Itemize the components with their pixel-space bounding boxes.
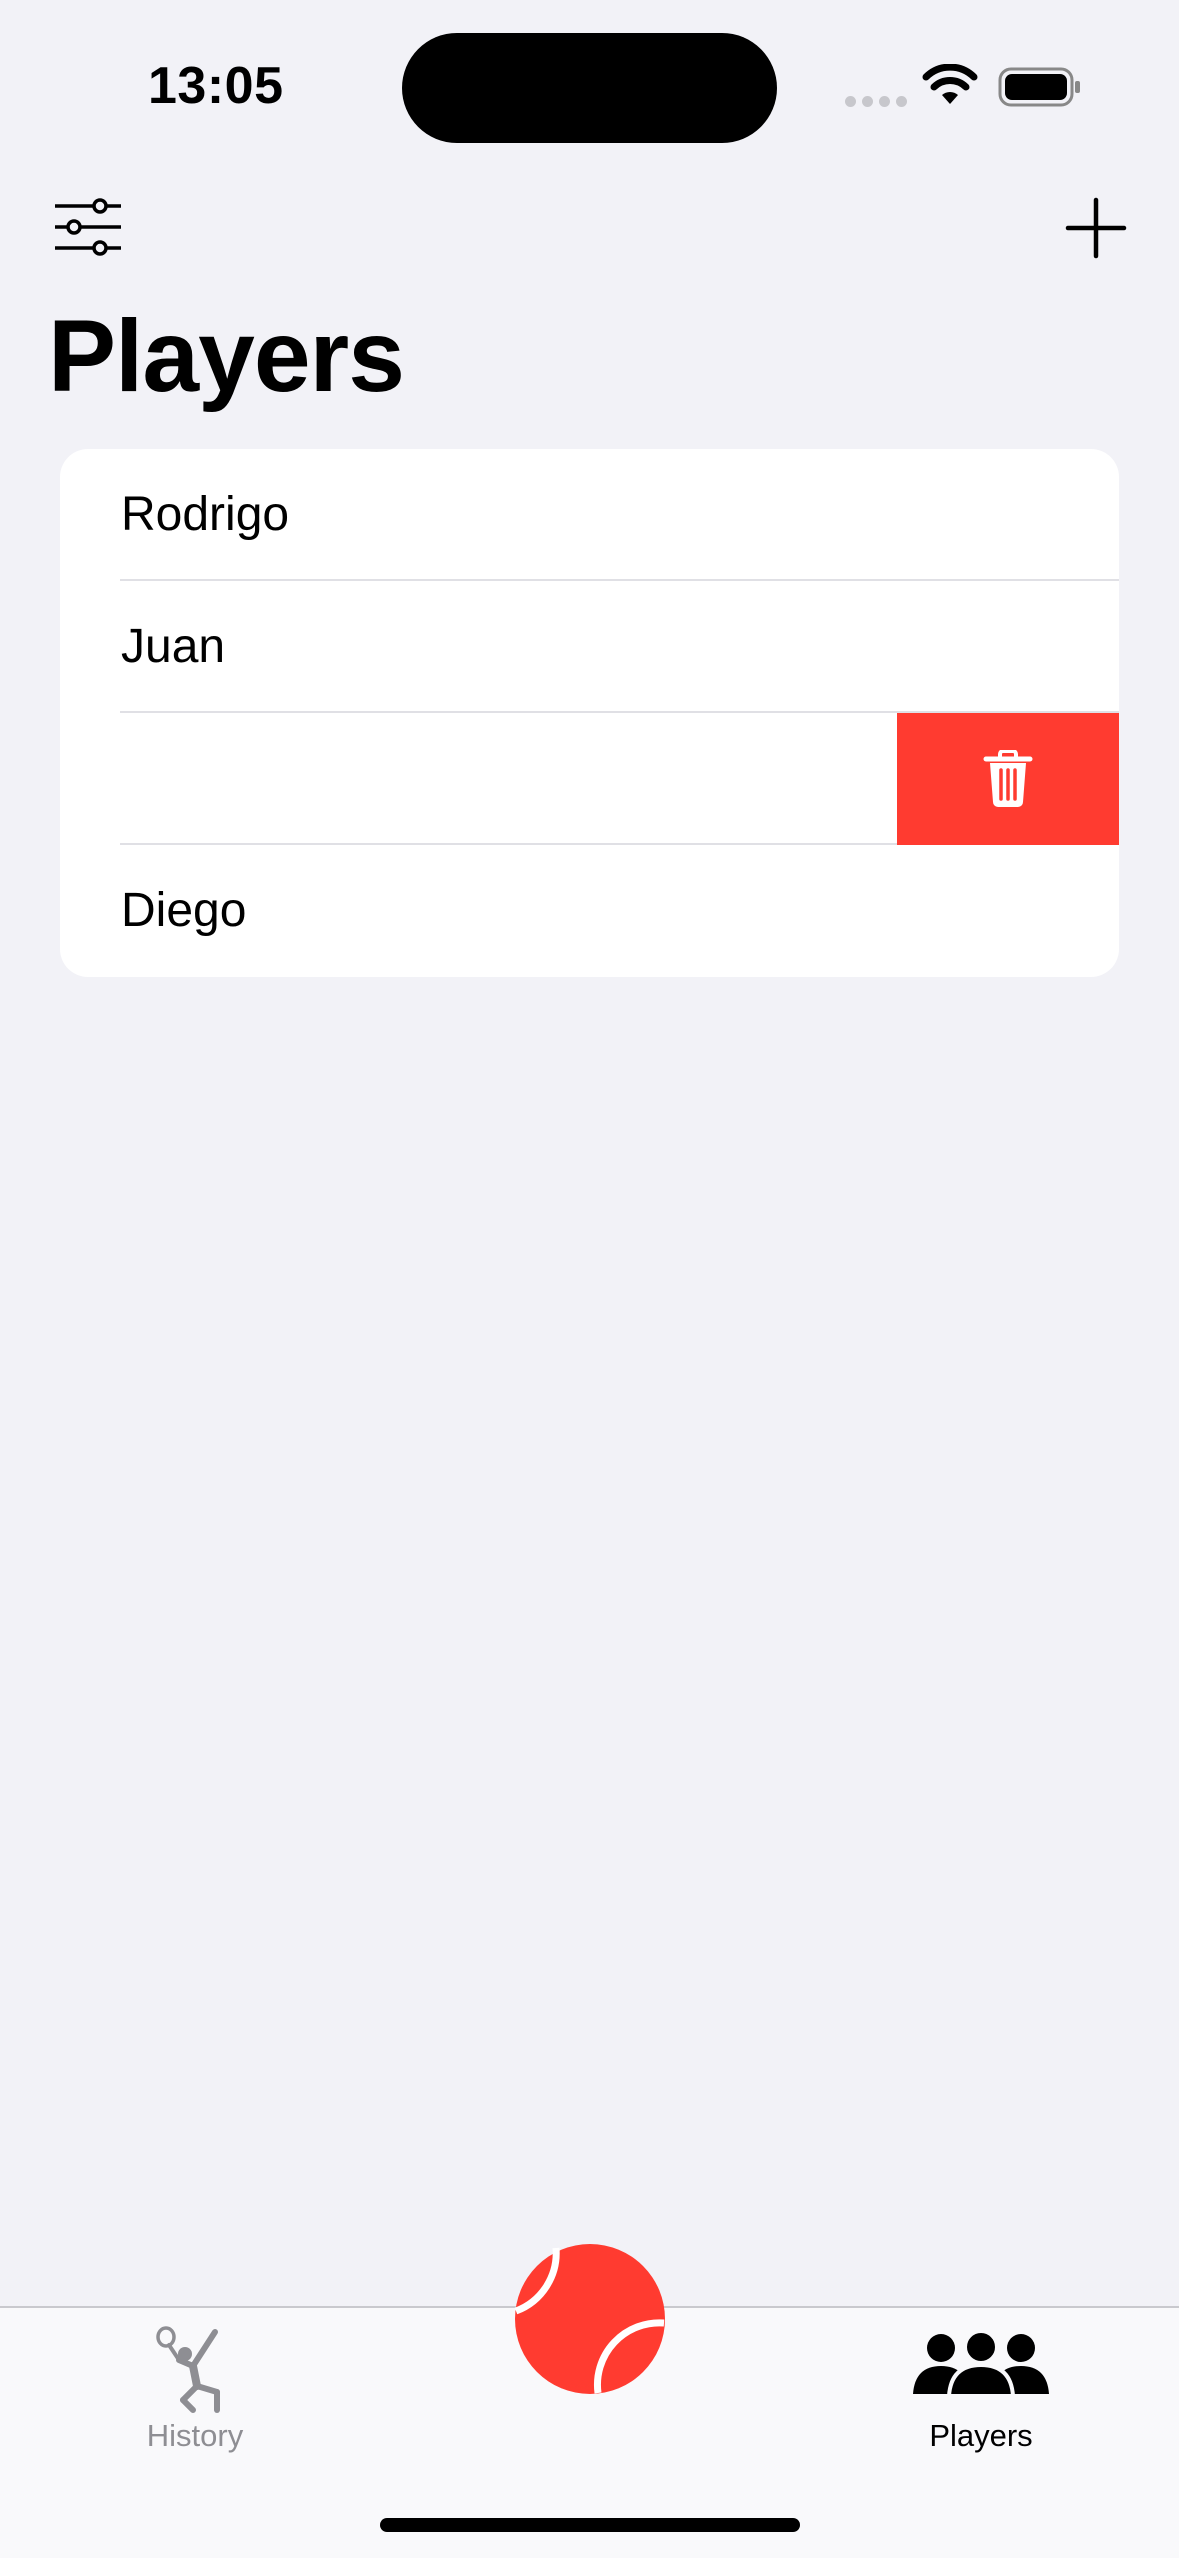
sliders-icon xyxy=(55,198,121,256)
tab-label: History xyxy=(146,2418,244,2453)
tennis-player-icon xyxy=(156,2326,220,2413)
tab-players[interactable]: Players xyxy=(871,2308,1091,2458)
list-item[interactable]: Juan xyxy=(60,581,1119,713)
battery-icon xyxy=(998,67,1080,107)
players-list: Rodrigo Juan Diego xyxy=(60,449,1119,977)
list-item[interactable]: Diego xyxy=(60,845,1119,977)
player-name: Rodrigo xyxy=(121,488,290,541)
delete-button[interactable] xyxy=(897,713,1119,845)
new-match-button[interactable] xyxy=(514,2243,666,2395)
status-time: 13:05 xyxy=(148,57,284,115)
filter-button[interactable] xyxy=(52,196,124,258)
list-item[interactable]: Rodrigo xyxy=(60,449,1119,581)
tab-label: Players xyxy=(929,2418,1033,2453)
tab-history[interactable]: History xyxy=(85,2308,305,2458)
page-title: Players xyxy=(48,299,405,413)
add-player-button[interactable] xyxy=(1064,196,1128,260)
list-item-swiped[interactable] xyxy=(60,713,1119,845)
dynamic-island xyxy=(402,33,777,143)
tennis-ball-icon xyxy=(514,2244,665,2394)
trash-icon xyxy=(983,750,1033,807)
player-name: Diego xyxy=(121,884,247,937)
cellular-signal-icon xyxy=(845,96,907,107)
player-name: Juan xyxy=(121,620,226,673)
home-indicator xyxy=(380,2518,800,2532)
plus-icon xyxy=(1065,197,1127,259)
wifi-icon xyxy=(922,64,978,104)
people-group-icon xyxy=(913,2330,1049,2398)
